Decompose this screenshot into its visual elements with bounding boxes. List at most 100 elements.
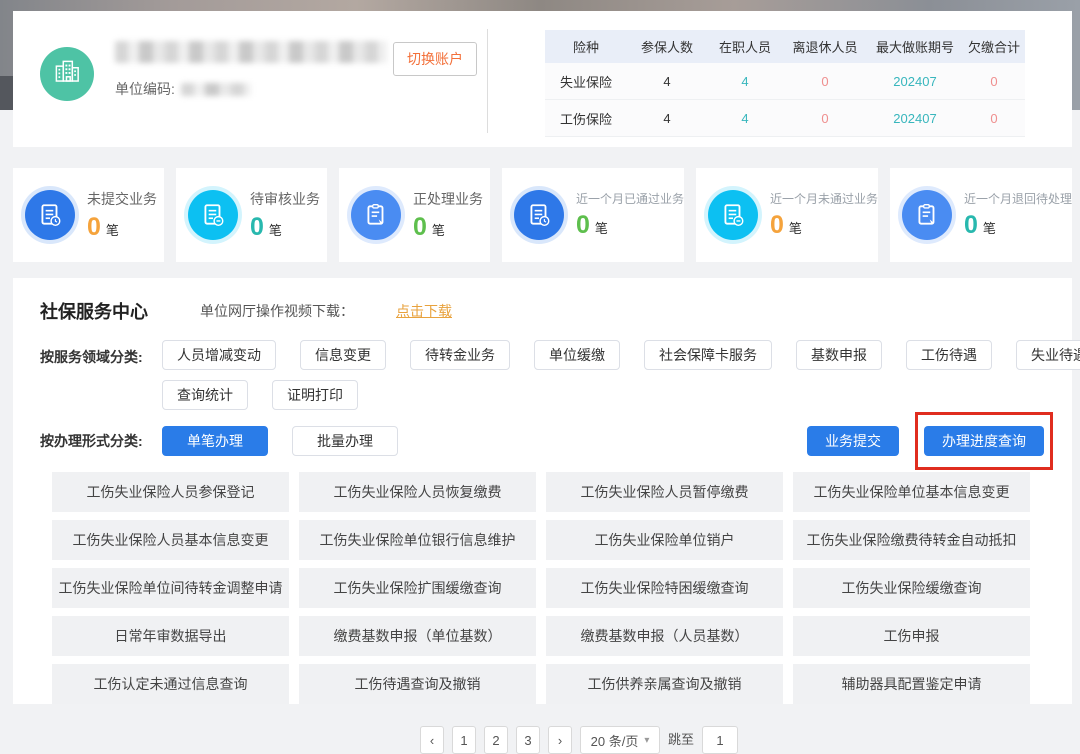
cell-insurance-type: 工伤保险	[545, 109, 627, 128]
status-card-label: 近一个月未通过业务	[770, 190, 878, 207]
status-card-rejected-month[interactable]: 近一个月未通过业务 0 笔	[696, 168, 878, 262]
service-button[interactable]: 辅助器具配置鉴定申请	[793, 664, 1030, 704]
category-button-info-change[interactable]: 信息变更	[300, 340, 386, 370]
mode-batch-button[interactable]: 批量办理	[292, 426, 398, 456]
vertical-divider	[487, 29, 488, 133]
status-card-count: 0	[250, 213, 264, 242]
status-card-unsubmitted[interactable]: 未提交业务 0 笔	[13, 168, 164, 262]
cell-insurance-type: 失业保险	[545, 72, 627, 91]
insurance-summary-table: 险种 参保人数 在职人员 离退休人员 最大做账期号 欠缴合计 失业保险 4 4 …	[545, 30, 1025, 137]
table-row: 工伤保险 4 4 0 202407 0	[545, 100, 1025, 137]
annotation-highlight-box: 办理进度查询	[915, 412, 1053, 470]
pagination: ‹ 1 2 3 › 20 条/页 ▾ 跳至 1	[420, 726, 738, 754]
service-button[interactable]: 工伤失业保险特困缓缴查询	[546, 568, 783, 608]
status-card-count: 0	[964, 211, 978, 240]
service-button[interactable]: 工伤失业保险单位银行信息维护	[299, 520, 536, 560]
mode-single-button[interactable]: 单笔办理	[162, 426, 268, 456]
page-button-1[interactable]: 1	[452, 726, 476, 754]
cell-active-count: 4	[707, 74, 783, 89]
clipboard-arrow-icon	[351, 190, 401, 240]
category-button-unemploy-benefit[interactable]: 失业待遇	[1016, 340, 1080, 370]
jump-to-label: 跳至	[668, 726, 694, 754]
col-header: 离退休人员	[783, 37, 867, 56]
cell-retired-count: 0	[783, 74, 867, 89]
status-card-count: 0	[770, 211, 784, 240]
category-button-personnel-change[interactable]: 人员增减变动	[162, 340, 276, 370]
status-card-processing[interactable]: 正处理业务 0 笔	[339, 168, 490, 262]
prev-page-button[interactable]: ‹	[420, 726, 444, 754]
col-header: 欠缴合计	[963, 37, 1025, 56]
building-icon	[50, 55, 84, 94]
category-button-query-stats[interactable]: 查询统计	[162, 380, 248, 410]
switch-account-button[interactable]: 切换账户	[393, 42, 477, 76]
col-header: 最大做账期号	[867, 37, 963, 56]
category-button-base-declare[interactable]: 基数申报	[796, 340, 882, 370]
cell-insured-count: 4	[627, 74, 707, 89]
service-button[interactable]: 缴费基数申报（人员基数）	[546, 616, 783, 656]
video-download-label: 单位网厅操作视频下载：	[200, 301, 354, 321]
cell-retired-count: 0	[783, 111, 867, 126]
service-button[interactable]: 工伤失业保险缴费待转金自动抵扣	[793, 520, 1030, 560]
services-grid: 工伤失业保险人员参保登记 工伤失业保险人员恢复缴费 工伤失业保险人员暂停缴费 工…	[52, 472, 1030, 704]
service-button[interactable]: 工伤失业保险人员恢复缴费	[299, 472, 536, 512]
status-card-label: 未提交业务	[87, 189, 157, 209]
service-button[interactable]: 工伤待遇查询及撤销	[299, 664, 536, 704]
cell-arrears-total: 0	[963, 74, 1025, 89]
cell-insured-count: 4	[627, 111, 707, 126]
table-row: 失业保险 4 4 0 202407 0	[545, 63, 1025, 100]
col-header: 险种	[545, 37, 627, 56]
status-card-passed-month[interactable]: 近一个月已通过业务 0 笔	[502, 168, 684, 262]
category-button-social-card[interactable]: 社会保障卡服务	[644, 340, 772, 370]
progress-query-button[interactable]: 办理进度查询	[924, 426, 1044, 456]
status-card-label: 近一个月已通过业务	[576, 190, 684, 207]
service-button[interactable]: 工伤供养亲属查询及撤销	[546, 664, 783, 704]
jump-to-input[interactable]: 1	[702, 726, 738, 754]
company-avatar	[40, 47, 94, 101]
service-button[interactable]: 工伤失业保险缓缴查询	[793, 568, 1030, 608]
status-card-pending-review[interactable]: 待审核业务 0 笔	[176, 168, 327, 262]
service-button[interactable]: 工伤失业保险人员基本信息变更	[52, 520, 289, 560]
download-link[interactable]: 点击下载	[396, 301, 452, 321]
next-page-button[interactable]: ›	[548, 726, 572, 754]
cell-max-period: 202407	[867, 74, 963, 89]
service-center-card: 社保服务中心 单位网厅操作视频下载： 点击下载 按服务领域分类: 人员增减变动 …	[13, 278, 1072, 704]
status-card-returned-month[interactable]: 近一个月退回待处理 0 笔	[890, 168, 1072, 262]
cell-max-period: 202407	[867, 111, 963, 126]
status-card-count: 0	[413, 213, 427, 242]
service-button[interactable]: 工伤失业保险单位销户	[546, 520, 783, 560]
service-button[interactable]: 工伤失业保险单位间待转金调整申请	[52, 568, 289, 608]
category-button-cert-print[interactable]: 证明打印	[272, 380, 358, 410]
page-size-select[interactable]: 20 条/页 ▾	[580, 726, 660, 754]
status-card-unit: 笔	[269, 220, 282, 239]
category-button-injury-benefit[interactable]: 工伤待遇	[906, 340, 992, 370]
service-button[interactable]: 工伤失业保险单位基本信息变更	[793, 472, 1030, 512]
service-button[interactable]: 日常年审数据导出	[52, 616, 289, 656]
service-button[interactable]: 工伤失业保险人员参保登记	[52, 472, 289, 512]
document-minus-icon	[708, 190, 758, 240]
service-button[interactable]: 工伤失业保险扩围缓缴查询	[299, 568, 536, 608]
status-card-count: 0	[87, 213, 101, 242]
service-button[interactable]: 缴费基数申报（单位基数）	[299, 616, 536, 656]
status-cards-row: 未提交业务 0 笔 待审核业务 0 笔 正处理业务 0 笔	[13, 168, 1072, 262]
cell-arrears-total: 0	[963, 111, 1025, 126]
clipboard-arrow-icon	[902, 190, 952, 240]
cell-active-count: 4	[707, 111, 783, 126]
service-button[interactable]: 工伤申报	[793, 616, 1030, 656]
status-card-label: 待审核业务	[250, 189, 320, 209]
business-submit-button[interactable]: 业务提交	[807, 426, 899, 456]
service-button[interactable]: 工伤认定未通过信息查询	[52, 664, 289, 704]
mode-filter-label: 按办理形式分类:	[40, 431, 162, 451]
page-button-2[interactable]: 2	[484, 726, 508, 754]
document-clock-icon	[514, 190, 564, 240]
page-size-value: 20 条/页	[591, 731, 639, 750]
status-card-label: 近一个月退回待处理	[964, 190, 1072, 207]
account-summary-card: 切换账户 单位编码: 险种 参保人数 在职人员 离退休人员 最大做账期号 欠缴合…	[13, 11, 1072, 147]
service-button[interactable]: 工伤失业保险人员暂停缴费	[546, 472, 783, 512]
field-filter-label: 按服务领域分类:	[40, 340, 162, 410]
company-name-redacted	[115, 41, 387, 63]
status-card-unit: 笔	[595, 218, 608, 237]
page-button-3[interactable]: 3	[516, 726, 540, 754]
category-button-pending-funds[interactable]: 待转金业务	[410, 340, 510, 370]
document-clock-icon	[25, 190, 75, 240]
category-button-unit-deferral[interactable]: 单位缓缴	[534, 340, 620, 370]
